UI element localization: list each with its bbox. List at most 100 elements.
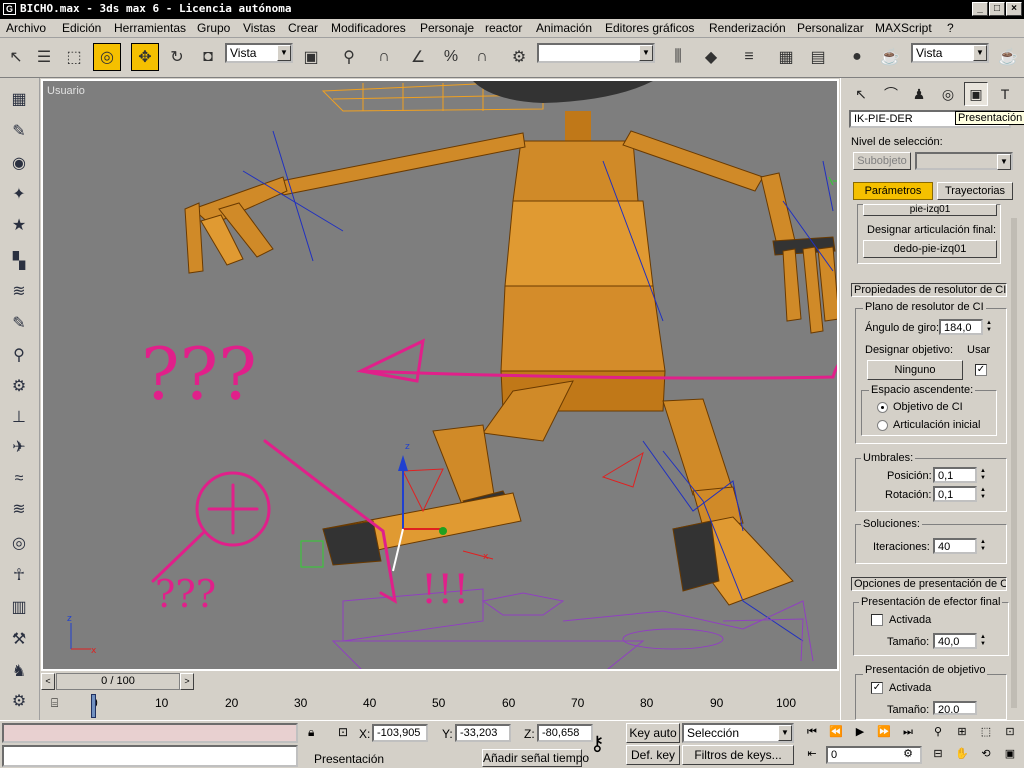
time-slider-thumb[interactable]: 0 / 100: [56, 673, 180, 690]
move-icon[interactable]: ✥: [131, 43, 159, 71]
snap-3d-icon[interactable]: ∩: [370, 43, 398, 71]
gear-icon[interactable]: ⚙: [6, 373, 32, 399]
window-crossing-icon[interactable]: ◎: [93, 43, 121, 71]
maximize-viewport-icon[interactable]: ▣: [1000, 745, 1020, 763]
goto-end-icon[interactable]: ⏭: [898, 723, 918, 741]
link-icon[interactable]: ⚲: [335, 43, 363, 71]
helpers-icon[interactable]: ★: [6, 212, 32, 238]
rotation-spinner-icon[interactable]: ▲ ▼: [979, 487, 987, 501]
percent-snap-icon[interactable]: %: [437, 43, 465, 71]
auto-key-button[interactable]: Key auto: [626, 723, 680, 743]
lock-selection-icon[interactable]: 🔒︎: [308, 725, 314, 740]
next-key-icon[interactable]: ⏩: [874, 723, 894, 741]
menu-personalizar[interactable]: Personalizar: [797, 21, 864, 35]
menu-modificadores[interactable]: Modificadores: [331, 21, 406, 35]
key-icon[interactable]: ⚷: [590, 731, 605, 756]
reactor-icon[interactable]: ◎: [6, 530, 32, 556]
select-object-icon[interactable]: ↖: [2, 43, 30, 71]
partial-joint-button[interactable]: pie-izq01: [863, 204, 997, 216]
subobject-button[interactable]: Subobjeto: [853, 152, 911, 170]
none-target-button[interactable]: Ninguno: [867, 360, 963, 380]
utilities-tab-icon[interactable]: T: [993, 82, 1017, 106]
menu-grupo[interactable]: Grupo: [197, 21, 230, 35]
solver-props-rollout[interactable]: Propiedades de resolutor de CI: [851, 283, 1007, 297]
menu-animacion[interactable]: Animación: [536, 21, 592, 35]
key-filters-button[interactable]: Filtros de keys...: [682, 745, 794, 765]
y-coord-field[interactable]: -33,203: [455, 724, 511, 742]
goto-start-icon[interactable]: ⏮: [802, 723, 822, 741]
menu-crear[interactable]: Crear: [288, 21, 318, 35]
region-zoom-icon[interactable]: ⊟: [928, 745, 948, 763]
zoom-extents-icon[interactable]: ⬚: [976, 723, 996, 741]
rotate-icon[interactable]: ↻: [163, 43, 191, 71]
motion-tab-icon[interactable]: ◎: [936, 82, 960, 106]
app-icon[interactable]: G: [3, 3, 16, 15]
trajectories-tab-button[interactable]: Trayectorias: [937, 182, 1013, 200]
hierarchy-tab-icon[interactable]: ♟: [907, 82, 931, 106]
compound-icon[interactable]: ◉: [6, 150, 32, 176]
modify-tab-icon[interactable]: ⌒: [879, 82, 903, 106]
material-editor-icon[interactable]: ●: [843, 43, 871, 71]
display-options-rollout[interactable]: Opciones de presentación de CI: [851, 577, 1007, 591]
layer-manager-icon[interactable]: ≡: [735, 43, 763, 71]
spacewarps-icon[interactable]: ≋: [6, 278, 32, 304]
menu-personaje[interactable]: Personaje: [420, 21, 474, 35]
bones-icon[interactable]: ⊥: [6, 404, 32, 430]
end-effector-active-checkbox[interactable]: [871, 614, 883, 626]
spinner-snap-icon[interactable]: ∩: [468, 43, 496, 71]
ref-coord-dropdown[interactable]: Vista ▼: [225, 43, 293, 63]
mental-ray-icon[interactable]: ▚: [6, 248, 32, 274]
size1-spinner-icon[interactable]: ▲ ▼: [979, 634, 987, 648]
curve-mini-icon[interactable]: ⌸: [51, 696, 58, 711]
prev-frame-button[interactable]: <: [41, 673, 55, 690]
zoom-all-icon[interactable]: ⊞: [952, 723, 972, 741]
maximize-button[interactable]: □: [989, 2, 1005, 16]
time-config-icon[interactable]: ⚙: [898, 745, 918, 763]
minimize-button[interactable]: _: [972, 2, 988, 16]
set-key-button[interactable]: Def. key: [626, 745, 680, 765]
objects-icon[interactable]: ▦: [6, 86, 32, 112]
mirror-icon[interactable]: ⫼: [664, 43, 692, 71]
key-selection-dropdown[interactable]: Selección ▼: [682, 723, 794, 743]
particles-icon[interactable]: ≈: [6, 466, 32, 492]
iterations-spinner-icon[interactable]: ▲ ▼: [979, 539, 987, 553]
menu-edicion[interactable]: Edición: [62, 21, 101, 35]
systems-icon[interactable]: ✎: [6, 310, 32, 336]
end-effector-size-field[interactable]: 40,0: [933, 633, 977, 649]
curve-editor-icon[interactable]: ▦: [772, 43, 800, 71]
position-spinner-icon[interactable]: ▲ ▼: [979, 468, 987, 482]
zoom-icon[interactable]: ⚲: [928, 723, 948, 741]
close-button[interactable]: ×: [1006, 2, 1022, 16]
parameters-tab-button[interactable]: Parámetros: [853, 182, 933, 200]
display-tab-icon[interactable]: ▣: [964, 82, 988, 106]
maxscript-listener-field[interactable]: [2, 723, 298, 743]
prev-key-icon[interactable]: ⏪: [826, 723, 846, 741]
dynamics-icon[interactable]: ≋: [6, 496, 32, 522]
cameras-icon[interactable]: ✈: [6, 434, 32, 460]
menu-renderizacion[interactable]: Renderización: [709, 21, 786, 35]
render-type-dropdown[interactable]: Vista ▼: [911, 43, 989, 63]
menu-herramientas[interactable]: Herramientas: [114, 21, 186, 35]
region-select-icon[interactable]: ⬚: [60, 43, 88, 71]
zoom-extents-all-icon[interactable]: ⊡: [1000, 723, 1020, 741]
lights-icon[interactable]: ✦: [6, 181, 32, 207]
goal-size-field[interactable]: 20,0: [933, 701, 977, 715]
align-icon[interactable]: ◆: [697, 43, 725, 71]
target-radio[interactable]: [877, 402, 888, 413]
add-time-tag-button[interactable]: Añadir señal tiempo: [482, 749, 589, 767]
menu-archivo[interactable]: Archivo: [6, 21, 46, 35]
absolute-mode-icon[interactable]: ⊡: [338, 725, 348, 739]
select-by-name-icon[interactable]: ☰: [30, 43, 58, 71]
options-icon[interactable]: ⚙: [6, 688, 32, 714]
menu-reactor[interactable]: reactor: [485, 21, 522, 35]
pivot-center-icon[interactable]: ▣: [297, 43, 325, 71]
frame-marker[interactable]: [91, 694, 96, 718]
angle-spinner-icon[interactable]: ▲ ▼: [985, 320, 993, 334]
position-field[interactable]: 0,1: [933, 467, 977, 483]
end-joint-button[interactable]: dedo-pie-izq01: [863, 240, 997, 258]
biped-icon[interactable]: ☥: [6, 562, 32, 588]
start-joint-radio[interactable]: [877, 420, 888, 431]
tools-icon[interactable]: ⚒: [6, 626, 32, 652]
menu-maxscript[interactable]: MAXScript: [875, 21, 932, 35]
utilities-icon[interactable]: ♞: [6, 658, 32, 684]
